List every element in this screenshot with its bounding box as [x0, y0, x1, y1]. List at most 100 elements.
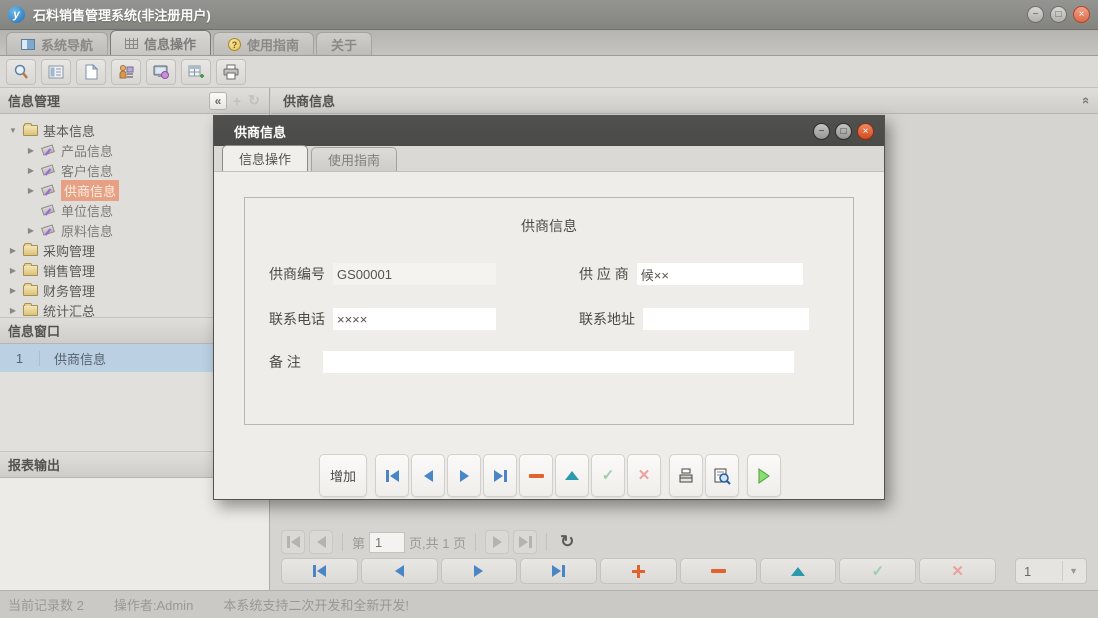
- last-record-button[interactable]: [520, 558, 597, 584]
- tab-info-operation[interactable]: 信息操作: [110, 30, 211, 55]
- print-button[interactable]: [669, 454, 703, 497]
- delete-record-button[interactable]: [519, 454, 553, 497]
- tree-label: 产品信息: [61, 141, 113, 160]
- supplier-code-field[interactable]: [333, 263, 496, 285]
- supplier-name-label: 供 应 商: [579, 264, 629, 284]
- edit-record-button[interactable]: [555, 454, 589, 497]
- pagination-bar: 第 页,共 1 页 ↻: [281, 528, 574, 556]
- edit-record-button[interactable]: [760, 558, 837, 584]
- tree-label: 统计汇总: [43, 301, 95, 319]
- last-record-button[interactable]: [483, 454, 517, 497]
- prev-page-button[interactable]: [309, 530, 333, 554]
- printer-button[interactable]: [216, 59, 246, 85]
- content-title: 供商信息: [283, 91, 335, 110]
- maximize-button[interactable]: □: [1050, 6, 1067, 23]
- monitor-globe-icon: [152, 63, 170, 81]
- cancel-button[interactable]: ✕: [627, 454, 661, 497]
- cross-icon: ✕: [638, 468, 651, 483]
- nav-square-icon: [21, 39, 35, 50]
- divider: [475, 533, 476, 551]
- print-preview-button[interactable]: [705, 454, 739, 497]
- record-selector[interactable]: 1 ▼: [1015, 558, 1087, 584]
- next-page-button[interactable]: [485, 530, 509, 554]
- cancel-button[interactable]: ✕: [919, 558, 996, 584]
- prev-record-button[interactable]: [361, 558, 438, 584]
- application-window: y 石料销售管理系统(非注册用户) − □ × 系统导航 信息操作 ? 使用指南…: [0, 0, 1098, 618]
- dialog-maximize-button[interactable]: □: [835, 123, 852, 140]
- add-button[interactable]: 增加: [319, 454, 367, 497]
- add-record-button[interactable]: [600, 558, 677, 584]
- tab-user-guide[interactable]: ? 使用指南: [213, 32, 314, 55]
- contact-phone-label: 联系电话: [269, 309, 325, 329]
- contact-address-field[interactable]: [643, 308, 809, 330]
- main-toolbar: [0, 56, 1098, 88]
- document-button[interactable]: [76, 59, 106, 85]
- content-header: 供商信息 «: [271, 88, 1098, 114]
- prev-record-button[interactable]: [411, 454, 445, 497]
- expand-arrow-icon[interactable]: ▶: [8, 306, 18, 315]
- confirm-button[interactable]: ✓: [839, 558, 916, 584]
- dialog-tab-info-operation[interactable]: 信息操作: [222, 145, 308, 171]
- expand-arrow-icon[interactable]: ▶: [26, 226, 36, 235]
- expand-arrow-icon[interactable]: ▶: [26, 166, 36, 175]
- first-record-button[interactable]: [281, 558, 358, 584]
- search-button[interactable]: [6, 59, 36, 85]
- contact-phone-field[interactable]: [333, 308, 496, 330]
- confirm-button[interactable]: ✓: [591, 454, 625, 497]
- titlebar: y 石料销售管理系统(非注册用户) − □ ×: [0, 0, 1098, 30]
- expand-arrow-icon[interactable]: ▶: [8, 286, 18, 295]
- play-icon: [756, 467, 772, 485]
- page-number-input[interactable]: [369, 532, 405, 553]
- expand-arrow-icon[interactable]: ▼: [8, 126, 18, 135]
- last-page-button[interactable]: [513, 530, 537, 554]
- user-config-button[interactable]: [111, 59, 141, 85]
- expand-arrow-icon[interactable]: ▶: [26, 146, 36, 155]
- printer-icon: [222, 63, 240, 81]
- supplier-name-field[interactable]: [637, 263, 803, 285]
- first-record-button[interactable]: [375, 454, 409, 497]
- run-button[interactable]: [747, 454, 781, 497]
- next-record-button[interactable]: [447, 454, 481, 497]
- form-list-button[interactable]: [41, 59, 71, 85]
- report-output-title: 报表输出: [8, 455, 60, 474]
- tool-icon: [41, 224, 56, 237]
- contact-address-label: 联系地址: [579, 309, 635, 329]
- collapse-panel-icon[interactable]: «: [1079, 97, 1094, 104]
- remark-label: 备 注: [269, 352, 301, 372]
- collapse-sidebar-button[interactable]: «: [209, 92, 227, 110]
- chevron-down-icon[interactable]: ▼: [1062, 561, 1084, 581]
- monitor-globe-button[interactable]: [146, 59, 176, 85]
- user-config-icon: [117, 63, 135, 81]
- divider: [546, 533, 547, 551]
- refresh-icon[interactable]: ↻: [560, 532, 574, 552]
- tree-label: 财务管理: [43, 281, 95, 300]
- dialog-minimize-button[interactable]: −: [813, 123, 830, 140]
- check-icon: ✓: [872, 564, 885, 579]
- first-page-button[interactable]: [281, 530, 305, 554]
- tree-label: 单位信息: [61, 201, 113, 220]
- delete-record-button[interactable]: [680, 558, 757, 584]
- close-button[interactable]: ×: [1073, 6, 1090, 23]
- minimize-button[interactable]: −: [1027, 6, 1044, 23]
- tab-about[interactable]: 关于: [316, 32, 372, 55]
- folder-icon: [23, 285, 38, 296]
- tab-system-nav[interactable]: 系统导航: [6, 32, 108, 55]
- next-record-button[interactable]: [441, 558, 518, 584]
- form-row: 联系地址: [579, 308, 809, 330]
- table-add-button[interactable]: [181, 59, 211, 85]
- expand-arrow-icon[interactable]: ▶: [8, 266, 18, 275]
- page-prefix-label: 第: [352, 533, 365, 552]
- tree-label: 采购管理: [43, 241, 95, 260]
- row-label: 供商信息: [40, 349, 106, 368]
- expand-arrow-icon[interactable]: ▶: [26, 186, 36, 195]
- tab-label: 信息操作: [144, 34, 196, 53]
- dialog-tab-user-guide[interactable]: 使用指南: [311, 147, 397, 171]
- tree-label: 客户信息: [61, 161, 113, 180]
- table-add-icon: [187, 63, 205, 81]
- form-row: 联系电话: [269, 308, 496, 330]
- refresh-icon: ↻: [247, 92, 261, 109]
- remark-field[interactable]: [323, 351, 794, 373]
- expand-arrow-icon[interactable]: ▶: [8, 246, 18, 255]
- cross-icon: ✕: [951, 564, 964, 579]
- dialog-close-button[interactable]: ×: [857, 123, 874, 140]
